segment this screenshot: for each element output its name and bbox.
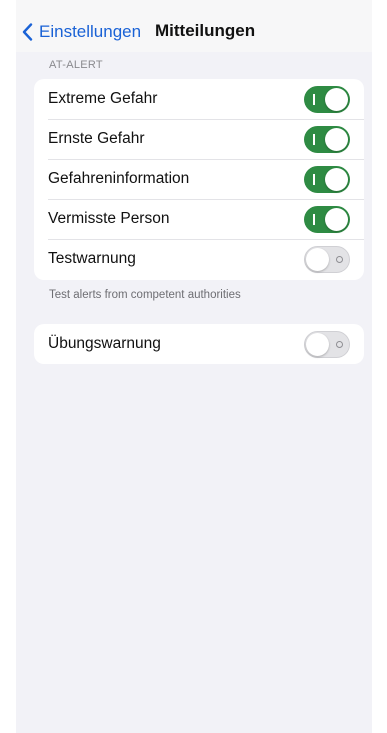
- toggle-gefahreninformation[interactable]: [304, 166, 350, 193]
- row-label: Ernste Gefahr: [48, 130, 145, 147]
- toggle-knob: [325, 168, 348, 191]
- page-title: Mitteilungen: [155, 21, 256, 40]
- toggle-off-mark-icon: [336, 256, 343, 263]
- at-alert-group: Extreme Gefahr Ernste Gefahr Gefahreninf…: [34, 79, 364, 280]
- row-label: Übungswarnung: [48, 335, 161, 352]
- toggle-ernste-gefahr[interactable]: [304, 126, 350, 153]
- toggle-off-mark-icon: [336, 341, 343, 348]
- toggle-knob: [306, 248, 329, 271]
- back-label: Einstellungen: [39, 22, 142, 41]
- setting-row-vermisste-person: Vermisste Person: [34, 199, 364, 239]
- toggle-knob: [306, 333, 329, 356]
- setting-row-testwarnung: Testwarnung: [34, 239, 364, 279]
- row-label: Gefahreninformation: [48, 170, 190, 187]
- toggle-knob: [325, 128, 348, 151]
- row-label: Extreme Gefahr: [48, 90, 158, 107]
- setting-row-ernste-gefahr: Ernste Gefahr: [34, 119, 364, 159]
- settings-screen: Einstellungen Mitteilungen AT-ALERT Extr…: [16, 0, 372, 733]
- exercise-group: Übungswarnung: [34, 324, 364, 364]
- toggle-extreme-gefahr[interactable]: [304, 86, 350, 113]
- toggle-vermisste-person[interactable]: [304, 206, 350, 233]
- row-label: Vermisste Person: [48, 210, 170, 227]
- toggle-uebungswarnung[interactable]: [304, 331, 350, 358]
- toggle-on-mark-icon: [313, 94, 315, 105]
- row-label: Testwarnung: [48, 250, 136, 267]
- toggle-knob: [325, 88, 348, 111]
- toggle-testwarnung[interactable]: [304, 246, 350, 273]
- section-footer: Test alerts from competent authorities: [49, 289, 241, 301]
- setting-row-gefahreninformation: Gefahreninformation: [34, 159, 364, 199]
- chevron-left-icon: [22, 23, 33, 41]
- back-button[interactable]: Einstellungen: [22, 20, 141, 44]
- setting-row-extreme-gefahr: Extreme Gefahr: [34, 79, 364, 119]
- toggle-on-mark-icon: [313, 214, 315, 225]
- setting-row-uebungswarnung: Übungswarnung: [34, 324, 364, 364]
- toggle-knob: [325, 208, 348, 231]
- toggle-on-mark-icon: [313, 174, 315, 185]
- navigation-bar: Einstellungen Mitteilungen: [16, 0, 372, 52]
- section-header-at-alert: AT-ALERT: [49, 59, 103, 71]
- toggle-on-mark-icon: [313, 134, 315, 145]
